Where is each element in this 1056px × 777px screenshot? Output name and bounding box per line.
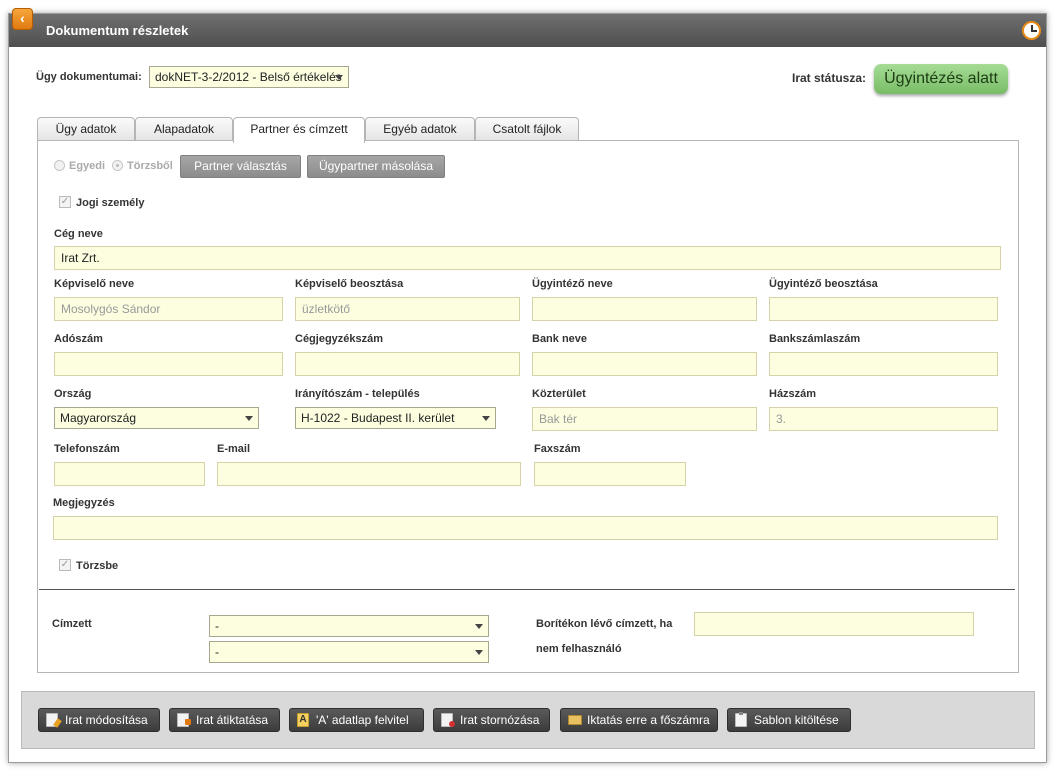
radio-egyedi-label: Egyedi — [69, 160, 106, 172]
tab-egyeb-adatok[interactable]: Egyéb adatok — [365, 117, 475, 141]
cegjegyzekszam-label: Cégjegyzékszám — [295, 333, 384, 345]
radio-torzsbol[interactable] — [112, 160, 123, 171]
iktatas-foszamra-button[interactable]: Iktatás erre a főszámra — [560, 708, 718, 732]
cimzett-select-2[interactable]: - — [209, 641, 489, 663]
irat-modositasa-button[interactable]: Irat módosítása — [38, 708, 160, 732]
bankszamlaszam-label: Bankszámlaszám — [769, 333, 861, 345]
irat-statusza-label: Irat státusza: — [792, 71, 867, 85]
ugyintezo-neve-label: Ügyintéző neve — [532, 278, 613, 290]
a-adatlap-felvitel-label: 'A' adatlap felvitel — [316, 713, 409, 727]
a-adatlap-felvitel-button[interactable]: A 'A' adatlap felvitel — [289, 708, 424, 732]
ugyintezo-beosztasa-input[interactable] — [769, 297, 998, 321]
irat-stornozasa-button[interactable]: Irat stornózása — [433, 708, 550, 732]
chevron-down-icon — [475, 650, 483, 655]
clock-icon[interactable] — [1022, 21, 1041, 40]
back-button[interactable]: ‹ — [12, 8, 33, 30]
orszag-label: Ország — [54, 388, 92, 400]
kepviselo-neve-label: Képviselő neve — [54, 278, 135, 290]
cimzett-select-1-value: - — [215, 619, 219, 633]
cancel-document-icon — [441, 713, 455, 727]
cimzett-select-2-value: - — [215, 645, 219, 659]
irat-atiktatasa-label: Irat átiktatása — [196, 713, 269, 727]
boritek-cimzett-label-1: Borítékon lévő címzett, ha — [536, 618, 673, 630]
window-title: Dokumentum részletek — [46, 23, 189, 38]
iranyitoszam-select[interactable]: H-1022 - Budapest II. kerület — [295, 407, 496, 429]
torzsbe-label: Törzsbe — [76, 560, 119, 572]
irat-atiktatasa-button[interactable]: Irat átiktatása — [169, 708, 280, 732]
adoszam-label: Adószám — [54, 333, 103, 345]
cegjegyzekszam-input[interactable] — [295, 352, 520, 376]
kepviselo-beosztasa-input[interactable]: üzletkötő — [295, 297, 520, 321]
orszag-select[interactable]: Magyarország — [54, 407, 259, 429]
edit-icon — [46, 713, 58, 727]
document-details-window: ‹ Dokumentum részletek Ügy dokumentumai:… — [8, 8, 1047, 763]
jogi-szemely-checkbox[interactable]: ✓ — [59, 196, 71, 208]
cimzett-label: Címzett — [52, 618, 92, 630]
faxszam-input[interactable] — [534, 462, 686, 486]
kozterulet-input[interactable]: Bak tér — [532, 407, 757, 431]
chevron-down-icon — [335, 75, 343, 80]
megjegyzes-label: Megjegyzés — [53, 497, 115, 509]
ugyintezo-neve-input[interactable] — [532, 297, 757, 321]
chevron-down-icon — [475, 624, 483, 629]
sablon-kitoltese-button[interactable]: Sablon kitöltése — [727, 708, 851, 732]
hazszam-label: Házszám — [769, 388, 817, 400]
irat-modositasa-label: Irat módosítása — [65, 713, 148, 727]
irat-stornozasa-label: Irat stornózása — [460, 713, 540, 727]
faxszam-label: Faxszám — [534, 443, 581, 455]
status-badge: Ügyintézés alatt — [874, 64, 1008, 94]
radio-egyedi[interactable] — [54, 160, 65, 171]
jogi-szemely-label: Jogi személy — [76, 197, 145, 209]
clipboard-icon — [735, 712, 747, 727]
tab-ugy-adatok[interactable]: Ügy adatok — [37, 117, 135, 141]
email-label: E-mail — [217, 443, 251, 455]
bank-neve-input[interactable] — [532, 352, 757, 376]
megjegyzes-input[interactable] — [53, 516, 998, 540]
partner-valasztas-button[interactable]: Partner választás — [180, 155, 301, 178]
action-bar: Irat módosítása Irat átiktatása A 'A' ad… — [21, 691, 1035, 749]
chevron-down-icon — [245, 416, 253, 421]
section-divider — [39, 589, 1015, 590]
chevron-down-icon — [482, 416, 490, 421]
bankszamlaszam-input[interactable] — [769, 352, 998, 376]
tab-alapadatok[interactable]: Alapadatok — [135, 117, 233, 141]
hazszam-input[interactable]: 3. — [769, 407, 998, 431]
torzsbe-checkbox[interactable]: ✓ — [59, 559, 71, 571]
kepviselo-beosztasa-label: Képviselő beosztása — [295, 278, 404, 290]
move-document-icon — [177, 713, 191, 727]
title-bar: ‹ Dokumentum részletek — [9, 8, 1046, 47]
iktatas-foszamra-label: Iktatás erre a főszámra — [587, 713, 710, 727]
kepviselo-neve-input[interactable]: Mosolygós Sándor — [54, 297, 283, 321]
radio-torzsbol-label: Törzsből — [127, 160, 173, 172]
adoszam-input[interactable] — [54, 352, 283, 376]
form-a-icon: A — [297, 713, 309, 727]
tab-partner-es-cimzett[interactable]: Partner és címzett — [233, 117, 365, 143]
bank-neve-label: Bank neve — [532, 333, 588, 345]
telefonszam-input[interactable] — [54, 462, 205, 486]
telefonszam-label: Telefonszám — [54, 443, 120, 455]
iranyitoszam-label: Irányítószám - település — [295, 388, 420, 400]
boritek-cimzett-input[interactable] — [694, 612, 974, 636]
ugyintezo-beosztasa-label: Ügyintéző beosztása — [769, 278, 878, 290]
ugy-dokumentumai-select[interactable]: dokNET-3-2/2012 - Belső értékelés — [149, 66, 349, 88]
folder-icon — [568, 715, 582, 725]
ugy-dokumentumai-value: dokNET-3-2/2012 - Belső értékelés — [155, 70, 342, 84]
cimzett-select-1[interactable]: - — [209, 615, 489, 637]
email-input[interactable] — [217, 462, 521, 486]
ceg-neve-label: Cég neve — [54, 228, 103, 240]
chevron-left-icon: ‹ — [20, 10, 25, 26]
ceg-neve-input[interactable]: Irat Zrt. — [54, 246, 1001, 270]
ugy-dokumentumai-label: Ügy dokumentumai: — [36, 71, 142, 83]
tab-csatolt-fajlok[interactable]: Csatolt fájlok — [475, 117, 579, 141]
orszag-value: Magyarország — [60, 411, 137, 425]
kozterulet-label: Közterület — [532, 388, 586, 400]
boritek-cimzett-label-2: nem felhasználó — [536, 643, 622, 655]
iranyitoszam-value: H-1022 - Budapest II. kerület — [301, 411, 455, 425]
ugypartner-masolasa-button[interactable]: Ügypartner másolása — [307, 155, 445, 178]
sablon-kitoltese-label: Sablon kitöltése — [754, 713, 839, 727]
